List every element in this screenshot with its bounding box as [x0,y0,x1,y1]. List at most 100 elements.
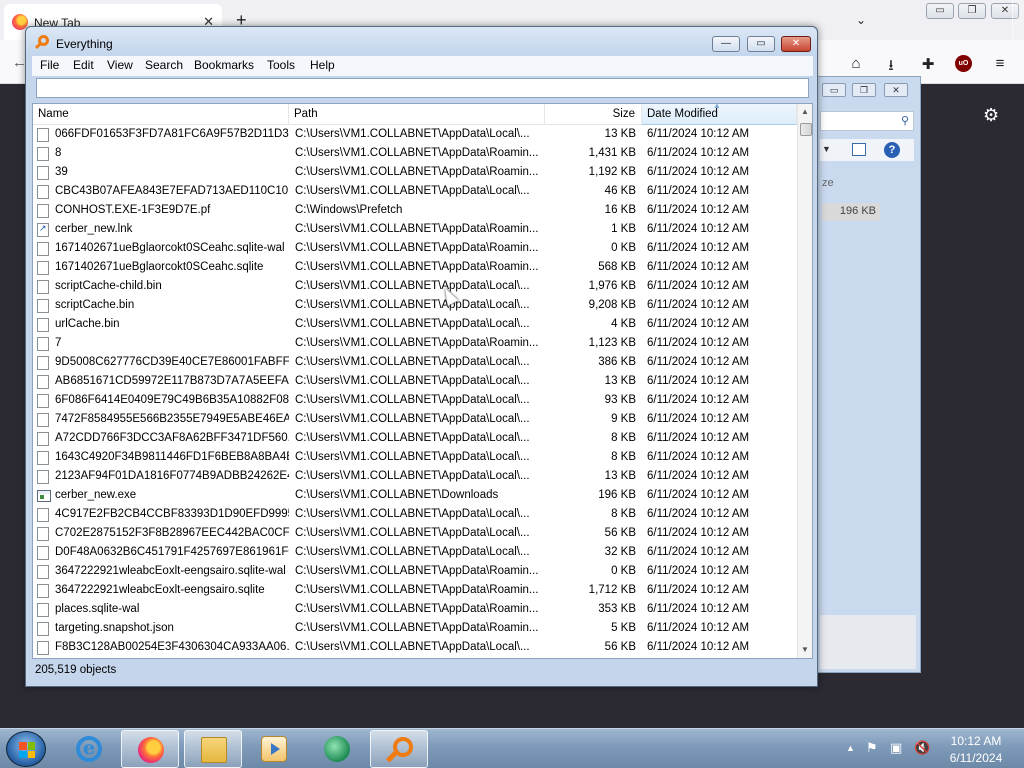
table-row[interactable]: cerber_new.exe C:\Users\VM1.COLLABNET\Dow… [33,486,797,505]
scroll-down-arrow-icon[interactable]: ▼ [801,645,809,654]
row-path: C:\Users\VM1.COLLABNET\AppData\Local\... [295,185,530,197]
table-row[interactable]: scriptCache.bin C:\Users\VM1.COLLABNET\Ap… [33,296,797,315]
table-row[interactable]: CBC43B07AFEA843E7EFAD713AED110C10... C:\U… [33,182,797,201]
table-row[interactable]: 8 C:\Users\VM1.COLLABNET\AppData\Roamin..… [33,144,797,163]
hamburger-menu-icon[interactable]: ≡ [990,55,1010,72]
row-size: 13 KB [604,375,636,387]
table-row[interactable]: 3647222921wleabcEoxlt-eengsairo.sqlite-w… [33,562,797,581]
file-icon [37,242,49,256]
row-path: C:\Users\VM1.COLLABNET\AppData\Local\... [295,451,530,463]
scrollbar-thumb[interactable] [800,123,812,136]
search-icon[interactable]: ⚲ [901,114,909,127]
table-row[interactable]: AB6851671CD59972E117B873D7A7A5EEFA... C:\… [33,372,797,391]
taskbar-green-app[interactable] [308,730,366,768]
menu-help[interactable]: Help [310,58,335,72]
table-row[interactable]: C702E2875152F3F8B28967EEC442BAC0CFF... C:… [33,524,797,543]
table-row[interactable]: 6F086F6414E0409E79C49B6B35A10882F08E... C… [33,391,797,410]
table-row[interactable]: 1643C4920F34B9811446FD1F6BEB8A8BA4B... C:… [33,448,797,467]
bg-window-search-box[interactable]: ⚲ [820,111,914,131]
show-desktop-button[interactable] [1012,0,1024,40]
taskbar-media-player[interactable] [245,730,303,768]
table-row[interactable]: D0F48A0632B6C451791F4257697E861961F0... C… [33,543,797,562]
row-date-modified: 6/11/2024 10:12 AM [647,185,750,197]
vertical-scrollbar[interactable]: ▲ ▼ [797,104,812,658]
table-row[interactable]: 2123AF94F01DA1816F0774B9ADBB24262E4... C:… [33,467,797,486]
clock-date[interactable]: 6/11/2024 [946,751,1006,765]
taskbar-firefox[interactable] [121,730,179,768]
table-row[interactable]: F8B3C128AB00254E3F4306304CA933AA06... C:\… [33,638,797,657]
menu-file[interactable]: File [40,58,59,72]
clock-time[interactable]: 10:12 AM [946,734,1006,748]
bg-window-close-button[interactable]: ✕ [884,83,908,97]
menu-search[interactable]: Search [145,58,183,72]
table-row[interactable]: 1671402671ueBglaorcokt0SCeahc.sqlite C:\U… [33,258,797,277]
browser-minimize-button[interactable]: ▭ [926,3,954,19]
row-size: 386 KB [598,356,636,368]
taskbar-everything[interactable] [370,730,428,768]
action-center-flag-icon[interactable]: ⚑ [866,740,878,756]
table-row[interactable]: scriptCache-child.bin C:\Users\VM1.COLLAB… [33,277,797,296]
table-row[interactable]: CONHOST.EXE-1F3E9D7E.pf C:\Windows\Prefet… [33,201,797,220]
column-header-path[interactable]: Path [289,104,545,125]
taskbar-file-explorer[interactable] [184,730,242,768]
table-row[interactable]: cerber_new.lnk C:\Users\VM1.COLLABNET\App… [33,220,797,239]
minimize-button[interactable]: — [712,36,740,52]
table-row[interactable]: A72CDD766F3DCC3AF8A62BFF3471DF560... C:\U… [33,429,797,448]
table-row[interactable]: 4C917E2FB2CB4CCBF83393D1D90EFD9995... C:\… [33,505,797,524]
settings-gear-icon[interactable]: ⚙ [983,105,999,126]
table-row[interactable]: 7472F8584955E566B2355E7949E5ABE46EA... C:… [33,410,797,429]
preview-pane-icon[interactable] [852,143,866,156]
row-path: C:\Users\VM1.COLLABNET\AppData\Local\... [295,356,530,368]
everything-titlebar[interactable]: Everything — ▭ ✕ [26,27,817,57]
start-button[interactable] [6,731,46,767]
list-tabs-chevron-icon[interactable]: ⌄ [856,13,866,27]
browser-maximize-button[interactable]: ❐ [958,3,986,19]
row-path: C:\Users\VM1.COLLABNET\AppData\Roamin... [295,337,539,349]
volume-muted-icon[interactable]: 🔇 [914,740,930,756]
file-icon [37,356,49,370]
background-explorer-window[interactable]: ▭ ❐ ✕ ⚲ ▼ ? ze 196 KB [815,76,921,673]
dropdown-arrow-icon[interactable]: ▼ [822,144,831,154]
pocket-icon[interactable]: ⌂ [846,55,866,72]
file-icon [37,508,49,522]
menu-view[interactable]: View [107,58,133,72]
table-row[interactable]: places.sqlite-wal C:\Users\VM1.COLLABNET\… [33,600,797,619]
table-row[interactable]: 39 C:\Users\VM1.COLLABNET\AppData\Roamin.… [33,163,797,182]
taskbar-internet-explorer[interactable]: e [60,730,118,768]
table-row[interactable]: 3647222921wleabcEoxlt-eengsairo.sqlite C:… [33,581,797,600]
help-icon[interactable]: ? [884,142,900,158]
tray-overflow-arrow-icon[interactable]: ▲ [846,743,855,753]
row-name: 8 [55,147,62,159]
table-row[interactable]: 1671402671ueBglaorcokt0SCeahc.sqlite-wal… [33,239,797,258]
table-row[interactable]: targeting.snapshot.json C:\Users\VM1.COLL… [33,619,797,638]
table-row[interactable]: 066FDF01653F3FD7A81FC6A9F57B2D11D3... C:\… [33,125,797,144]
menu-bookmarks[interactable]: Bookmarks [194,58,254,72]
ublock-origin-icon[interactable]: uO [955,55,972,72]
row-path: C:\Users\VM1.COLLABNET\Downloads [295,489,499,501]
row-path: C:\Users\VM1.COLLABNET\AppData\Local\... [295,470,530,482]
search-input[interactable] [36,78,809,98]
table-row[interactable]: 7 C:\Users\VM1.COLLABNET\AppData\Roamin..… [33,334,797,353]
row-path: C:\Users\VM1.COLLABNET\AppData\Local\... [295,394,530,406]
column-header-name[interactable]: Name [33,104,289,125]
network-icon[interactable]: ▣ [890,740,902,756]
menu-edit[interactable]: Edit [73,58,94,72]
bg-window-maximize-button[interactable]: ❐ [852,83,876,97]
row-name: 3647222921wleabcEoxlt-eengsairo.sqlite [55,584,265,596]
extensions-icon[interactable]: ✚ [918,55,938,73]
bg-window-size-column-header[interactable]: ze [822,177,834,189]
close-button[interactable]: ✕ [781,36,811,52]
row-name: scriptCache.bin [55,299,135,311]
maximize-button[interactable]: ▭ [747,36,775,52]
row-path: C:\Users\VM1.COLLABNET\AppData\Roamin... [295,603,539,615]
scroll-up-arrow-icon[interactable]: ▲ [801,107,809,116]
bg-window-minimize-button[interactable]: ▭ [822,83,846,97]
file-icon [37,565,49,579]
table-row[interactable]: urlCache.bin C:\Users\VM1.COLLABNET\AppDa… [33,315,797,334]
menu-tools[interactable]: Tools [267,58,295,72]
column-header-size[interactable]: Size [545,104,642,125]
results-list[interactable]: Name Path Size Date Modified ▲ 066FDF016… [32,103,813,659]
file-icon [37,432,49,446]
file-icon [37,641,49,655]
table-row[interactable]: 9D5008C627776CD39E40CE7E86001FABFF... C:\… [33,353,797,372]
